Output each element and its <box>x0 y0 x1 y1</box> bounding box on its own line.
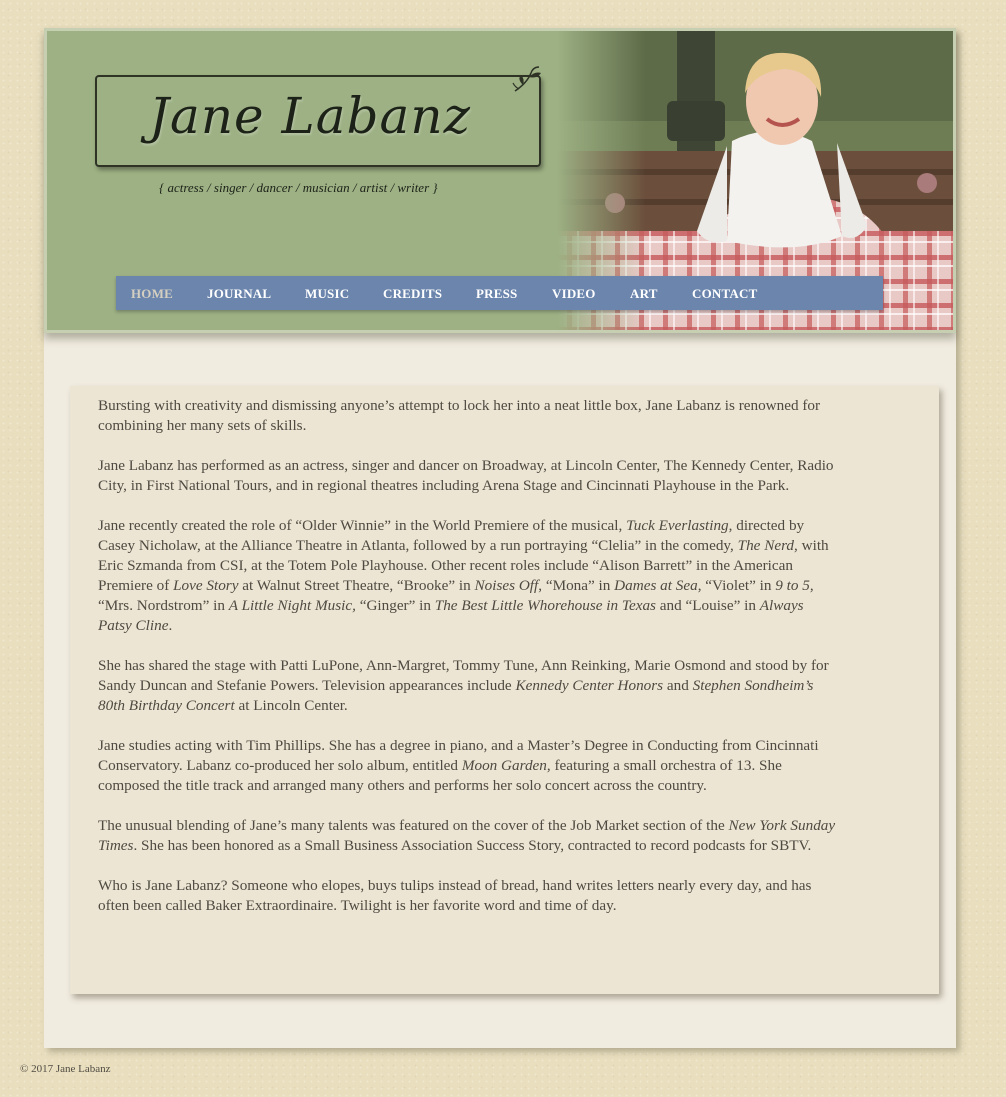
bio-paragraph: Bursting with creativity and dismissing … <box>98 396 840 436</box>
bio-paragraph: Who is Jane Labanz? Someone who elopes, … <box>98 876 840 916</box>
bio-text: at Lincoln Center. <box>234 697 348 714</box>
nav-item-contact[interactable]: CONTACT <box>692 286 757 302</box>
nav-item-music[interactable]: MUSIC <box>305 286 349 302</box>
bio-paragraph: She has shared the stage with Patti LuPo… <box>98 656 840 716</box>
title-italic: The Best Little Whorehouse in Texas <box>434 597 656 614</box>
bio-text: and <box>663 677 693 694</box>
site-tagline: { actress / singer / dancer / musician /… <box>159 180 438 195</box>
bio-text: Who is Jane Labanz? Someone who elopes, … <box>98 877 812 914</box>
title-italic: Dames at Sea <box>614 577 698 594</box>
title-italic: Love Story <box>173 577 239 594</box>
bio-paragraph: Jane recently created the role of “Older… <box>98 516 840 636</box>
leaf-flourish-icon <box>512 66 541 92</box>
title-italic: The Nerd <box>737 537 795 554</box>
bio-text: . She has been honored as a Small Busine… <box>133 837 812 854</box>
bio-text: , “Mona” in <box>538 577 615 594</box>
title-italic: Kennedy Center Honors <box>515 677 664 694</box>
nav-item-credits[interactable]: CREDITS <box>383 286 442 302</box>
site-logo-name: Jane Labanz <box>149 87 471 145</box>
nav-item-journal[interactable]: JOURNAL <box>207 286 271 302</box>
nav-item-art[interactable]: ART <box>630 286 658 302</box>
title-italic: A Little Night Music, <box>228 597 356 614</box>
title-italic: Tuck Everlasting <box>626 517 729 534</box>
logo-frame[interactable]: Jane Labanz <box>95 66 541 167</box>
bio-text: The unusual blending of Jane’s many tale… <box>98 817 729 834</box>
title-italic: Moon Garden <box>461 757 547 774</box>
bio-text: Jane Labanz has performed as an actress,… <box>98 457 834 494</box>
bio-text: . <box>168 617 173 634</box>
title-italic: 9 to 5 <box>775 577 810 594</box>
bio-text: “Ginger” in <box>355 597 435 614</box>
bio-text: at Walnut Street Theatre, “Brooke” in <box>238 577 475 594</box>
bio-paragraph: Jane Labanz has performed as an actress,… <box>98 456 840 496</box>
title-italic: Noises Off <box>474 577 539 594</box>
bio-text: Jane recently created the role of “Older… <box>98 517 627 534</box>
footer-copyright: © 2017 Jane Labanz <box>20 1063 111 1075</box>
bio-paragraph: Jane studies acting with Tim Phillips. S… <box>98 736 840 796</box>
bio-text: , “Violet” in <box>697 577 776 594</box>
bio-paragraph: The unusual blending of Jane’s many tale… <box>98 816 840 856</box>
bio-text: Bursting with creativity and dismissing … <box>98 397 821 434</box>
nav-item-home[interactable]: HOME <box>131 286 173 302</box>
bio-text: and “Louise” in <box>655 597 760 614</box>
nav-item-video[interactable]: VIDEO <box>552 286 596 302</box>
bio-content-card: Bursting with creativity and dismissing … <box>70 386 939 994</box>
main-nav: HOME JOURNAL MUSIC CREDITS PRESS VIDEO A… <box>116 276 883 310</box>
site-header: Jane Labanz { actress / singer / dancer … <box>44 28 956 333</box>
nav-item-press[interactable]: PRESS <box>476 286 517 302</box>
